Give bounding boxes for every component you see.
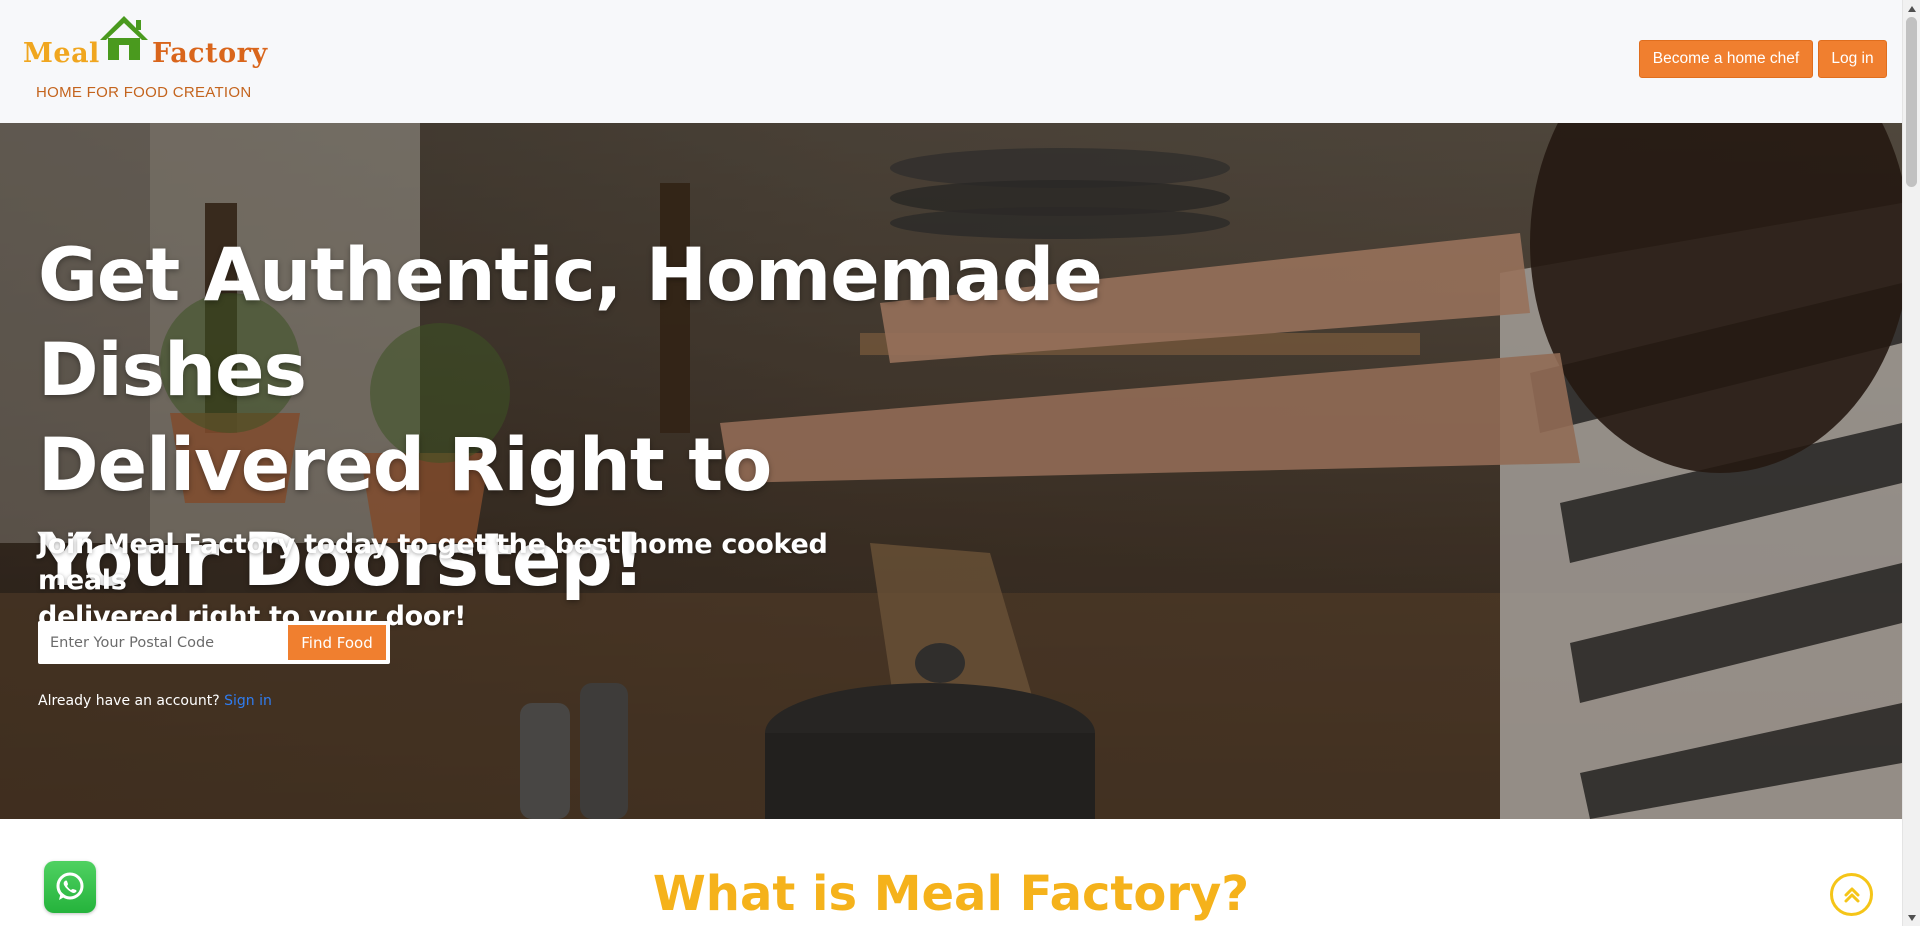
- house-icon: [100, 16, 148, 60]
- whatsapp-icon: [56, 872, 84, 900]
- scroll-to-top-button[interactable]: [1830, 873, 1873, 916]
- double-chevron-up-icon: [1844, 887, 1859, 902]
- site-header: Meal Factory HOME FOR FOOD CREATION Beco…: [0, 0, 1902, 123]
- page-scrollbar[interactable]: [1902, 0, 1920, 926]
- hero-subtitle-line: Join Meal Factory today to get the best …: [38, 529, 828, 596]
- logo-word-meal: Meal: [23, 38, 100, 69]
- logo-word-factory: Factory: [152, 38, 268, 69]
- hero-headline-line: Get Authentic, Homemade Dishes: [38, 233, 1103, 413]
- whatsapp-chat-button[interactable]: [44, 861, 96, 913]
- scrollbar-thumb[interactable]: [1906, 17, 1917, 187]
- hero-subtitle: Join Meal Factory today to get the best …: [38, 527, 918, 635]
- scroll-down-arrow[interactable]: [1903, 909, 1920, 926]
- logo-tagline: HOME FOR FOOD CREATION: [36, 84, 252, 101]
- scroll-up-arrow[interactable]: [1903, 0, 1920, 17]
- postal-code-search: Find Food: [38, 621, 390, 664]
- account-prompt: Already have an account? Sign in: [38, 693, 272, 709]
- caret-down-icon: [1907, 914, 1916, 921]
- sign-in-link[interactable]: Sign in: [224, 693, 272, 709]
- site-logo[interactable]: Meal Factory HOME FOR FOOD CREATION: [22, 12, 267, 107]
- login-button[interactable]: Log in: [1818, 40, 1887, 78]
- section-title: What is Meal Factory?: [652, 866, 1250, 922]
- postal-code-input[interactable]: [40, 623, 286, 662]
- caret-up-icon: [1907, 5, 1916, 12]
- find-food-button[interactable]: Find Food: [288, 625, 386, 660]
- become-home-chef-button[interactable]: Become a home chef: [1639, 40, 1813, 78]
- hero-headline-line: Delivered Right to: [38, 423, 772, 508]
- hero-banner: Get Authentic, Homemade Dishes Delivered…: [0, 123, 1902, 819]
- account-prompt-text: Already have an account?: [38, 693, 220, 709]
